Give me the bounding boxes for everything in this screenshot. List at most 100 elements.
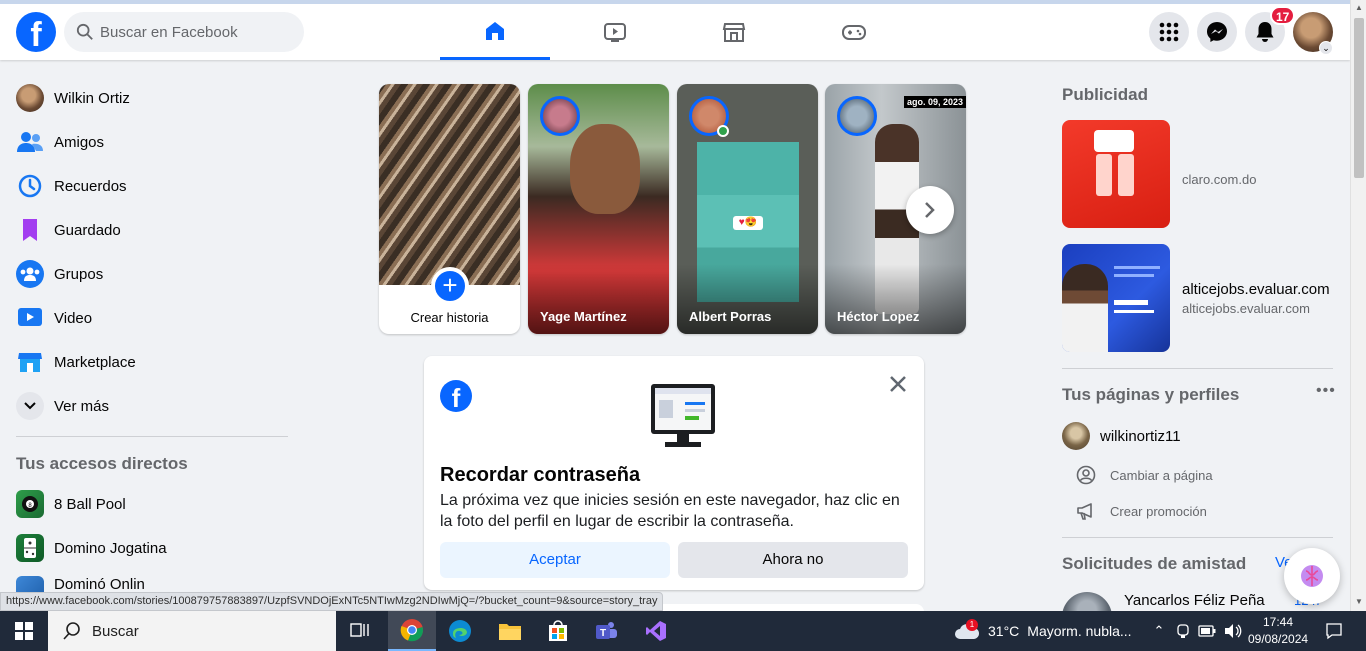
story-name: Albert Porras	[689, 309, 772, 324]
tab-gaming[interactable]	[799, 4, 909, 60]
close-icon[interactable]	[886, 372, 910, 396]
story-photo-face	[570, 124, 640, 214]
edge-icon	[449, 620, 471, 642]
battery-icon[interactable]	[1198, 625, 1216, 637]
menu-grid-icon	[1159, 22, 1179, 42]
folder-icon	[499, 624, 521, 640]
plus-icon[interactable]: +	[431, 267, 469, 305]
ad-image-altice[interactable]	[1062, 244, 1170, 352]
create-story-photo	[379, 84, 520, 285]
taskbar-store[interactable]	[534, 611, 582, 651]
notification-center-button[interactable]	[1318, 611, 1350, 651]
megaphone-icon	[1077, 503, 1092, 520]
story-card[interactable]: ♥😍 Albert Porras	[677, 84, 818, 334]
search-box[interactable]	[64, 12, 304, 52]
scroll-down-arrow-icon[interactable]: ▼	[1351, 594, 1366, 610]
more-options-icon[interactable]: •••	[1316, 382, 1336, 400]
brain-icon	[1301, 565, 1323, 587]
sidebar-item-memories[interactable]: Recuerdos	[8, 164, 288, 208]
search-icon	[63, 622, 80, 640]
search-input[interactable]	[100, 12, 296, 52]
shortcut-label: 8 Ball Pool	[54, 495, 126, 513]
taskbar-teams[interactable]: T	[582, 611, 630, 651]
sidebar-item-saved[interactable]: Guardado	[8, 208, 288, 252]
sidebar-item-friends[interactable]: Amigos	[8, 120, 288, 164]
clock-time: 17:44	[1262, 615, 1294, 629]
sidebar-item-video[interactable]: Video	[8, 296, 288, 340]
clock-date: 09/08/2024	[1248, 632, 1309, 646]
sidebar-item-label: Wilkin Ortiz	[54, 89, 130, 107]
8ball-app-icon: 8	[16, 490, 44, 518]
scroll-up-arrow-icon[interactable]: ▲	[1351, 0, 1366, 16]
volume-icon[interactable]	[1224, 623, 1242, 639]
taskbar-visual-studio[interactable]	[632, 611, 680, 651]
chevron-down-icon	[16, 392, 44, 420]
sidebar-item-groups[interactable]: Grupos	[8, 252, 288, 296]
floating-assistant-button[interactable]	[1284, 548, 1340, 604]
tab-video[interactable]	[560, 4, 670, 60]
right-divider	[1062, 368, 1333, 369]
card-title: Recordar contraseña	[440, 464, 641, 486]
facebook-logo: f	[440, 380, 472, 412]
weather-description: Mayorm. nubla...	[1027, 623, 1132, 639]
shortcut-domino-jogatina[interactable]: Domino Jogatina	[8, 526, 288, 570]
sidebar-item-see-more[interactable]: Ver más	[8, 384, 288, 428]
sidebar-divider	[16, 436, 288, 437]
online-status-dot	[717, 125, 729, 137]
ad-headline[interactable]: alticejobs.evaluar.com	[1182, 281, 1330, 298]
ad-text-line	[1114, 274, 1154, 277]
taskbar-chrome[interactable]	[388, 611, 436, 651]
sidebar-item-profile[interactable]: Wilkin Ortiz	[8, 76, 288, 120]
stories-next-button[interactable]	[906, 186, 954, 234]
sidebar-item-label: Recuerdos	[54, 177, 127, 195]
page-item[interactable]: wilkinortiz11	[1062, 422, 1181, 450]
create-promotion-button[interactable]: Crear promoción	[1076, 501, 1207, 521]
ad-image-claro[interactable]	[1062, 120, 1170, 228]
ad-domain[interactable]: claro.com.do	[1182, 172, 1256, 187]
groups-icon	[16, 260, 44, 288]
messenger-button[interactable]	[1197, 12, 1237, 52]
ad-domain[interactable]: alticejobs.evaluar.com	[1182, 301, 1310, 316]
menu-button[interactable]	[1149, 12, 1189, 52]
shortcut-label: Dominó Onlin	[54, 576, 145, 592]
facebook-logo[interactable]: f	[16, 12, 56, 52]
account-chevron-down-icon[interactable]: ⌄	[1319, 41, 1333, 55]
marketplace-icon	[722, 23, 746, 42]
chrome-icon	[400, 619, 423, 642]
action-label: Crear promoción	[1110, 503, 1207, 519]
taskbar-edge[interactable]	[436, 611, 484, 651]
scroll-thumb[interactable]	[1354, 18, 1364, 178]
chevron-right-icon	[925, 202, 935, 218]
sidebar-item-label: Amigos	[54, 133, 105, 151]
ad-text-line	[1114, 300, 1148, 305]
tab-home[interactable]	[440, 4, 550, 60]
weather-widget[interactable]: 31°C Mayorm. nubla...	[954, 611, 1132, 651]
not-now-button[interactable]: Ahora no	[678, 542, 908, 578]
shortcut-8-ball-pool[interactable]: 8 8 Ball Pool	[8, 482, 288, 526]
domino-online-app-icon	[16, 576, 44, 592]
story-card[interactable]: Yage Martínez	[528, 84, 669, 334]
page-scrollbar[interactable]: ▲ ▼	[1350, 0, 1366, 611]
chevron-up-icon[interactable]: ⌃	[1150, 623, 1168, 639]
tab-marketplace[interactable]	[679, 4, 789, 60]
sidebar-item-label: Guardado	[54, 221, 121, 239]
story-name: Yage Martínez	[540, 309, 627, 324]
video-icon	[16, 304, 44, 332]
switch-to-page-button[interactable]: Cambiar a página	[1076, 465, 1213, 485]
taskbar-clock[interactable]: 17:44 09/08/2024	[1248, 614, 1308, 648]
shortcut-domino-online[interactable]: Dominó Onlin	[8, 570, 288, 592]
create-story-card[interactable]: + Crear historia	[379, 84, 520, 334]
visual-studio-icon	[646, 621, 666, 641]
start-button[interactable]	[0, 611, 48, 651]
memories-clock-icon	[16, 172, 44, 200]
taskbar-file-explorer[interactable]	[486, 611, 534, 651]
messenger-icon	[1207, 22, 1227, 42]
taskbar-search[interactable]: Buscar	[48, 611, 336, 651]
ad-text-line	[1114, 266, 1160, 269]
taskbar-search-label: Buscar	[92, 622, 139, 640]
request-name[interactable]: Yancarlos Féliz Peña	[1124, 592, 1265, 609]
accept-button[interactable]: Aceptar	[440, 542, 670, 578]
sidebar-item-marketplace[interactable]: Marketplace	[8, 340, 288, 384]
task-view-button[interactable]	[336, 611, 384, 651]
meet-now-icon[interactable]	[1176, 623, 1190, 639]
